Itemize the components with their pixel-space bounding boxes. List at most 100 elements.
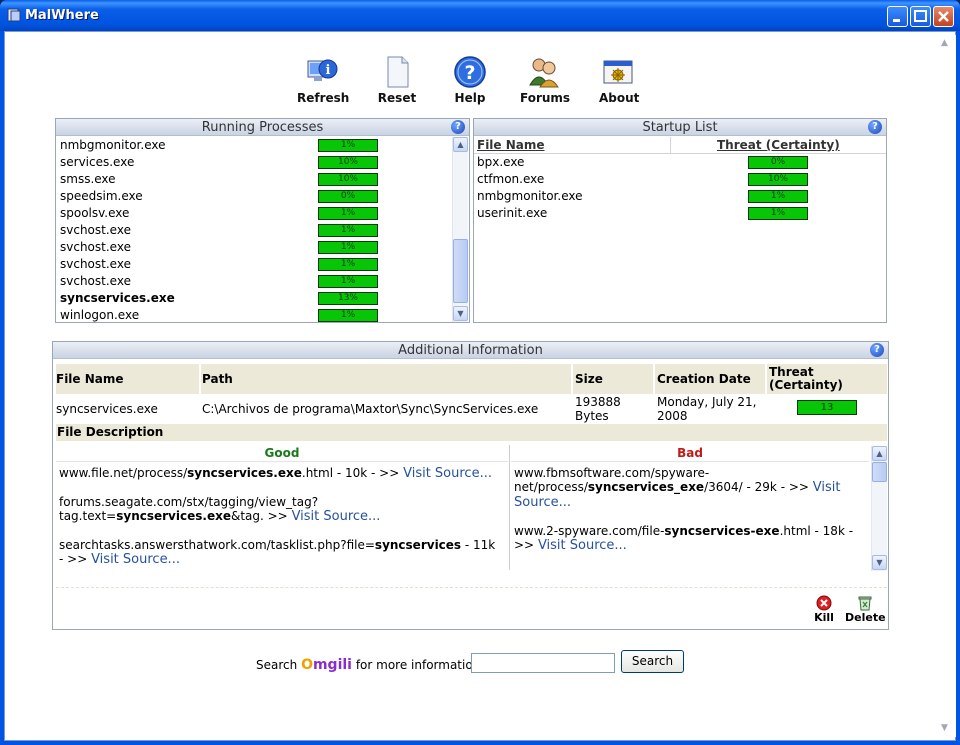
- app-window: MalWhere ▲ ▼ i Refresh Reset ? Help Foru…: [0, 0, 960, 745]
- search-prefix: Search: [256, 658, 298, 672]
- threat-bar: 1%: [748, 207, 808, 220]
- process-name[interactable]: winlogon.exe: [60, 307, 139, 324]
- search-caption: Search Omgili for more information: [256, 657, 480, 673]
- process-name[interactable]: smss.exe: [60, 171, 116, 188]
- omgili-logo[interactable]: Omgili: [301, 657, 352, 673]
- bad-source-entry: www.2-spyware.com/file-syncservices-exe.…: [514, 524, 854, 553]
- startup-item-name[interactable]: ctfmon.exe: [477, 171, 544, 188]
- close-icon: [938, 11, 949, 22]
- scroll-thumb[interactable]: [872, 462, 887, 482]
- threat-bar: 10%: [318, 173, 378, 186]
- header-size: Size: [573, 364, 653, 394]
- reset-button[interactable]: Reset: [376, 55, 418, 105]
- threat-bar: 10%: [318, 156, 378, 169]
- process-name[interactable]: svchost.exe: [60, 239, 131, 256]
- about-icon: [603, 60, 633, 84]
- help-icon[interactable]: ?: [451, 120, 465, 134]
- startup-items: bpx.exe 0% ctfmon.exe 10% nmbgmonitor.exe 1% u…: [474, 154, 886, 254]
- forums-button[interactable]: Forums: [520, 55, 571, 105]
- help-icon[interactable]: ?: [870, 343, 884, 357]
- startup-item-name[interactable]: bpx.exe: [477, 154, 524, 171]
- refresh-label: Refresh: [297, 91, 350, 105]
- process-name[interactable]: spoolsv.exe: [60, 205, 129, 222]
- threat-bar: 1%: [318, 241, 378, 254]
- info-creation-date: Monday, July 21, 2008: [657, 395, 757, 423]
- startup-col-threat[interactable]: Threat (Certainty): [717, 138, 840, 152]
- header-path: Path: [201, 364, 571, 394]
- refresh-icon: i: [307, 59, 338, 81]
- header-file-name: File Name: [56, 364, 199, 394]
- scroll-down-icon[interactable]: ▼: [872, 555, 887, 570]
- startup-item-name[interactable]: userinit.exe: [477, 205, 547, 222]
- good-source-entry: www.file.net/process/syncservices.exe.ht…: [59, 466, 492, 481]
- additional-info-panel: Additional Information ? File Name Path …: [52, 341, 889, 630]
- kill-icon: [816, 595, 832, 611]
- help-icon[interactable]: ?: [868, 120, 882, 134]
- search-button[interactable]: Search: [621, 650, 684, 673]
- process-name[interactable]: speedsim.exe: [60, 188, 143, 205]
- forums-label: Forums: [520, 91, 571, 105]
- threat-bar: 1%: [318, 309, 378, 322]
- help-button[interactable]: ? Help: [452, 55, 488, 105]
- process-name[interactable]: services.exe: [60, 154, 134, 171]
- visit-source-link[interactable]: Visit Source...: [538, 538, 627, 553]
- bad-sources: www.fbmsoftware.com/spyware-net/process/…: [514, 466, 869, 572]
- scroll-up-icon[interactable]: ▲: [941, 38, 948, 48]
- startup-col-file-name[interactable]: File Name: [477, 138, 545, 152]
- info-path: C:\Archivos de programa\Maxtor\Sync\Sync…: [202, 402, 539, 416]
- visit-source-link[interactable]: Visit Source...: [292, 509, 381, 524]
- page-scrollbar[interactable]: ▲ ▼: [938, 35, 956, 737]
- process-name[interactable]: svchost.exe: [60, 256, 131, 273]
- running-processes-header: Running Processes ?: [56, 119, 469, 136]
- maximize-button[interactable]: [910, 6, 931, 27]
- visit-source-link[interactable]: Visit Source...: [91, 552, 180, 567]
- scroll-down-icon[interactable]: ▼: [453, 306, 468, 321]
- running-processes-title: Running Processes: [201, 120, 324, 135]
- threat-bar: 0%: [748, 156, 808, 169]
- process-name[interactable]: nmbgmonitor.exe: [60, 137, 165, 154]
- process-list: nmbgmonitor.exe 1% services.exe 10% smss.exe…: [56, 137, 453, 322]
- column-divider: [670, 137, 671, 154]
- scroll-thumb[interactable]: [453, 239, 468, 303]
- visit-source-link[interactable]: Visit Source...: [403, 466, 492, 481]
- title-bar[interactable]: MalWhere: [0, 0, 960, 31]
- search-suffix: for more information: [355, 658, 481, 672]
- good-sources: www.file.net/process/syncservices.exe.ht…: [59, 466, 499, 572]
- column-divider: [509, 445, 510, 570]
- recycle-bin-icon: [858, 596, 872, 611]
- threat-bar: 1%: [318, 139, 378, 152]
- description-scrollbar[interactable]: ▲ ▼: [871, 446, 887, 571]
- threat-bar: 1%: [318, 275, 378, 288]
- about-label: About: [599, 91, 640, 105]
- delete-label: Delete: [845, 611, 886, 624]
- startup-list-panel: Startup List ? File Name Threat (Certain…: [473, 118, 887, 323]
- reset-icon: [387, 56, 409, 88]
- process-list-scrollbar[interactable]: ▲ ▼: [452, 137, 468, 322]
- info-file-name: syncservices.exe: [56, 402, 158, 416]
- startup-item-name[interactable]: nmbgmonitor.exe: [477, 188, 582, 205]
- threat-bar: 1%: [318, 258, 378, 271]
- close-button[interactable]: [933, 6, 954, 27]
- bad-label: Bad: [511, 444, 869, 462]
- forums-icon: [529, 58, 559, 88]
- threat-bar: 13%: [318, 292, 378, 305]
- reset-label: Reset: [377, 91, 417, 105]
- kill-button[interactable]: Kill: [811, 595, 837, 624]
- about-button[interactable]: About: [599, 55, 640, 105]
- scroll-up-icon[interactable]: ▲: [872, 446, 887, 461]
- kill-label: Kill: [814, 611, 834, 624]
- header-creation-date: Creation Date: [655, 364, 765, 394]
- search-input[interactable]: [471, 653, 615, 673]
- refresh-button[interactable]: i Refresh: [297, 55, 349, 105]
- scroll-down-icon[interactable]: ▼: [941, 723, 948, 733]
- good-source-entry: searchtasks.answersthatwork.com/tasklist…: [59, 538, 496, 567]
- process-name[interactable]: svchost.exe: [60, 222, 131, 239]
- app-icon: [7, 8, 21, 22]
- delete-button[interactable]: Delete: [845, 595, 886, 624]
- process-name[interactable]: syncservices.exe: [60, 290, 175, 307]
- minimize-button[interactable]: [887, 6, 908, 27]
- minimize-icon: [893, 19, 900, 22]
- window-title: MalWhere: [25, 8, 99, 23]
- scroll-up-icon[interactable]: ▲: [453, 137, 468, 152]
- process-name[interactable]: svchost.exe: [60, 273, 131, 290]
